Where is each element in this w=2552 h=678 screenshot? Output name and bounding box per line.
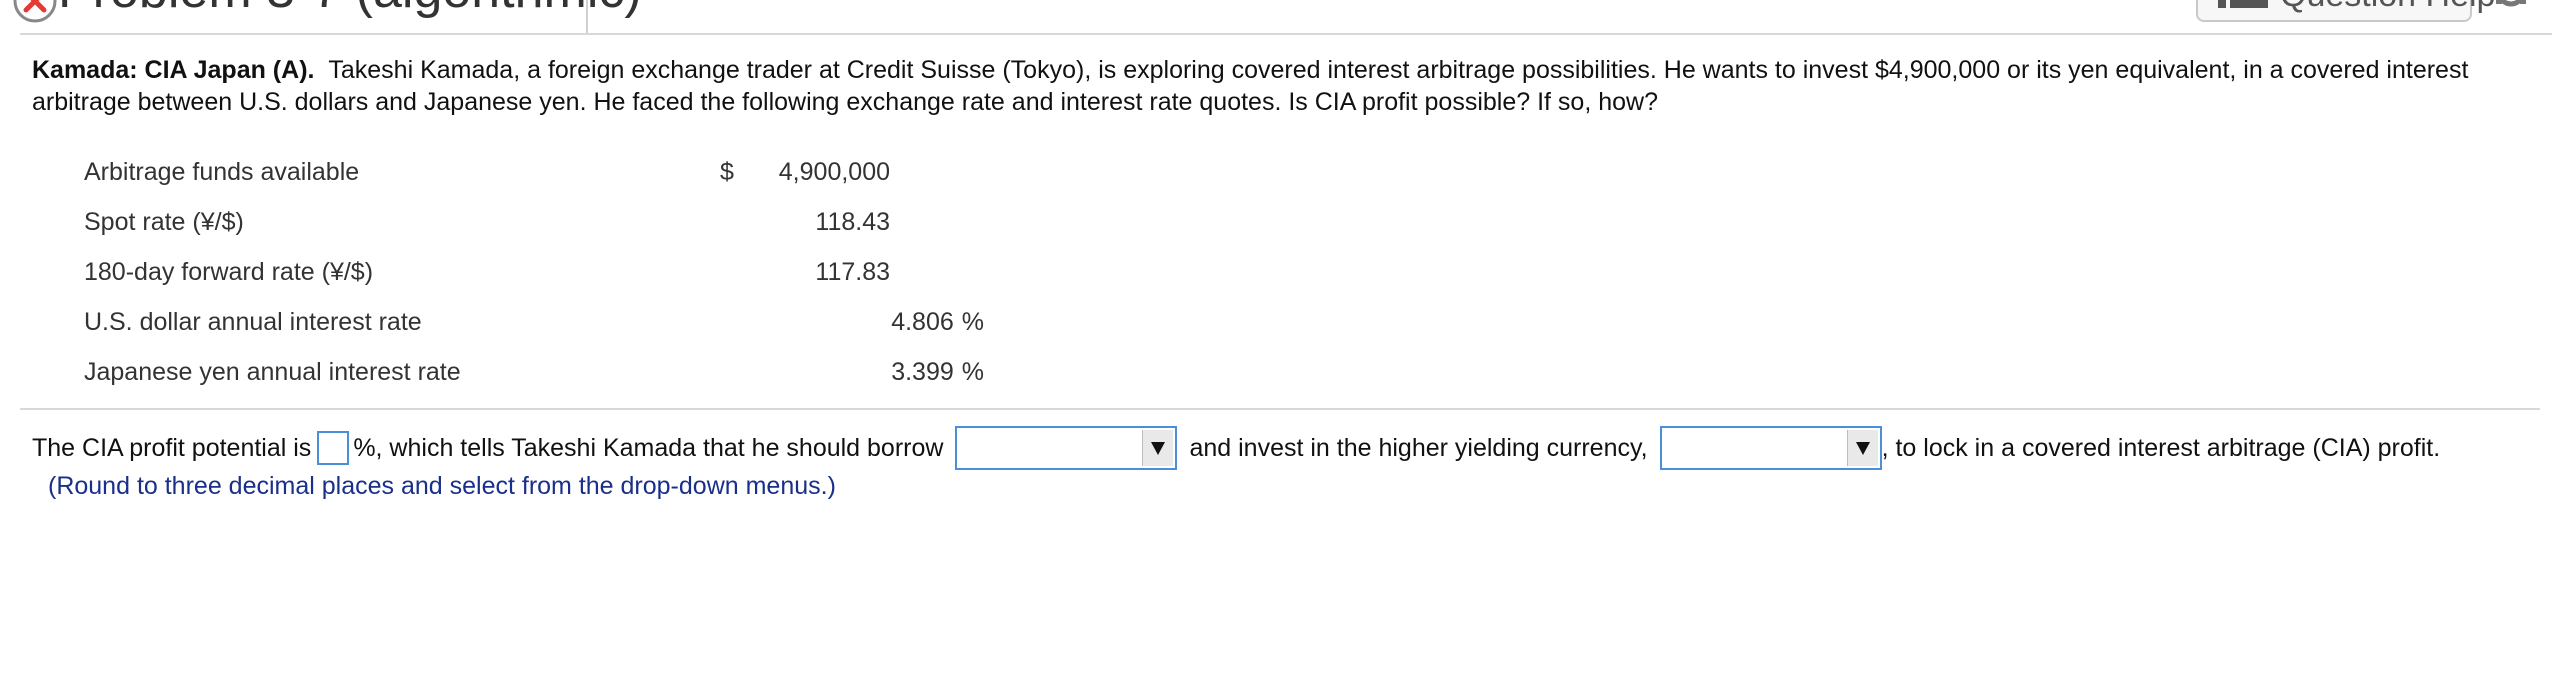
rounding-hint: (Round to three decimal places and selec… — [48, 472, 836, 500]
answer-after-pct: %, which tells Takeshi Kamada that he sh… — [353, 433, 944, 462]
row-label: Arbitrage funds available — [84, 158, 360, 186]
data-table: Arbitrage funds available $ 4,900,000 Sp… — [84, 154, 984, 404]
row-number: 4.806 — [891, 308, 954, 336]
problem-statement: Kamada: CIA Japan (A). Takeshi Kamada, a… — [32, 54, 2522, 118]
row-number: 3.399 — [891, 358, 954, 386]
help-list-icon — [2218, 0, 2268, 8]
table-row: Spot rate (¥/$) 118.43 — [84, 204, 984, 254]
answer-prefix: The CIA profit potential is — [32, 433, 312, 462]
problem-body: Takeshi Kamada, a foreign exchange trade… — [32, 56, 2469, 116]
currency-symbol: $ — [720, 158, 734, 186]
page-title: Problem 3-7 (algorithmic) — [58, 0, 642, 20]
row-value: 118.43 — [815, 208, 890, 236]
row-label: U.S. dollar annual interest rate — [84, 308, 422, 336]
problem-heading: Kamada: CIA Japan (A). — [32, 56, 315, 84]
page: Problem 3-7 (algorithmic) Question Help … — [0, 0, 2552, 678]
incorrect-x-icon — [13, 0, 57, 23]
answer-line: The CIA profit potential is %, which tel… — [32, 426, 2441, 470]
dropdown-arrow-icon[interactable] — [1846, 430, 1878, 466]
gear-icon[interactable] — [2494, 0, 2528, 8]
row-value: 4.806% — [891, 308, 984, 337]
table-row: U.S. dollar annual interest rate 4.806% — [84, 304, 984, 354]
row-label: 180-day forward rate (¥/$) — [84, 258, 374, 286]
header-rule — [20, 33, 2552, 35]
answer-suffix: , to lock in a covered interest arbitrag… — [1881, 433, 2441, 462]
question-help-button[interactable]: Question Help — [2196, 0, 2495, 22]
row-label: Spot rate (¥/$) — [84, 208, 244, 236]
dropdown-arrow-icon[interactable] — [1142, 430, 1174, 466]
header-divider — [586, 0, 588, 34]
table-row: 180-day forward rate (¥/$) 117.83 — [84, 254, 984, 304]
question-help-label: Question Help — [2280, 0, 2495, 15]
header: Problem 3-7 (algorithmic) Question Help — [0, 0, 2552, 34]
cia-profit-input[interactable] — [317, 431, 350, 465]
row-unit: % — [961, 358, 984, 386]
table-row: Japanese yen annual interest rate 3.399% — [84, 354, 984, 404]
answer-middle: and invest in the higher yielding curren… — [1189, 433, 1648, 462]
table-row: Arbitrage funds available $ 4,900,000 — [84, 154, 984, 204]
row-value: 4,900,000 — [778, 158, 890, 186]
row-label: Japanese yen annual interest rate — [84, 358, 461, 386]
row-value: 117.83 — [815, 258, 890, 286]
section-divider — [20, 408, 2540, 410]
borrow-currency-select[interactable] — [955, 426, 1178, 470]
row-value: 3.399% — [891, 358, 984, 387]
invest-currency-select[interactable] — [1659, 426, 1882, 470]
row-unit: % — [961, 308, 984, 336]
